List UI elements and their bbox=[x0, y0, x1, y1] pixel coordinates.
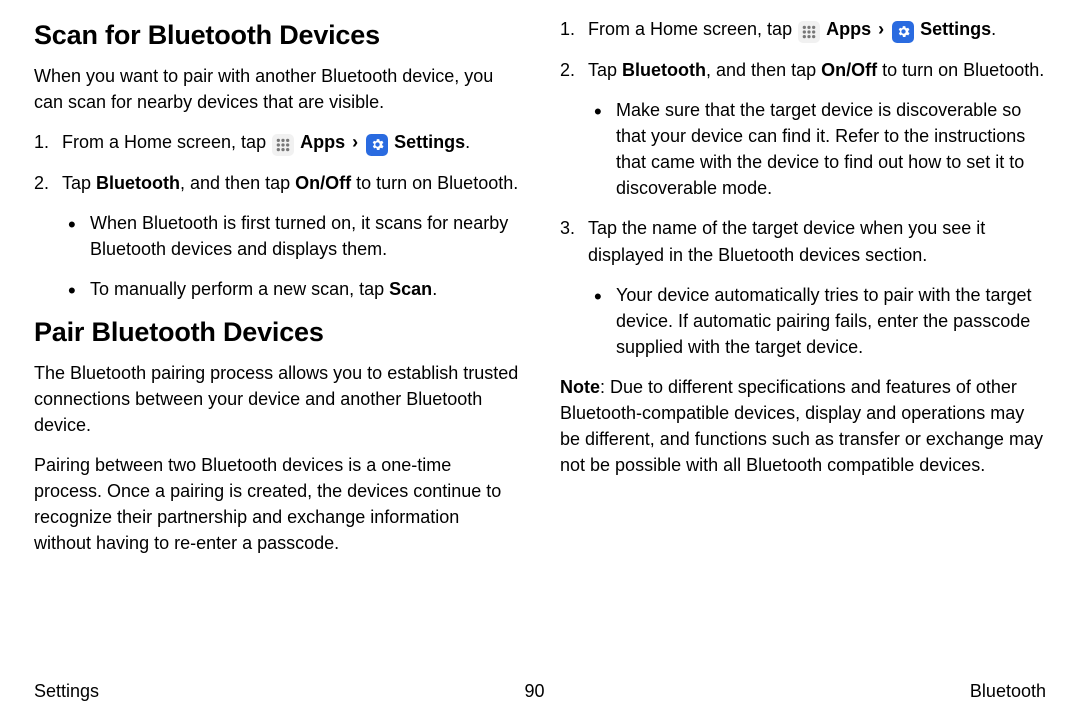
r-step2-onoff: On/Off bbox=[821, 60, 877, 80]
heading-scan: Scan for Bluetooth Devices bbox=[34, 20, 520, 51]
note-body: : Due to different specifications and fe… bbox=[560, 377, 1043, 475]
step2-text-a: Tap bbox=[62, 173, 96, 193]
footer-right: Bluetooth bbox=[970, 681, 1046, 702]
left-column: Scan for Bluetooth Devices When you want… bbox=[34, 16, 520, 570]
step1-suffix: . bbox=[465, 132, 470, 152]
pair-p1: The Bluetooth pairing process allows you… bbox=[34, 360, 520, 438]
scan-step-1: From a Home screen, tap Apps › Settings. bbox=[34, 129, 520, 156]
pair-steps: From a Home screen, tap Apps › Settings.… bbox=[560, 16, 1046, 360]
step2-onoff: On/Off bbox=[295, 173, 351, 193]
r-step2-a: Tap bbox=[588, 60, 622, 80]
pair-p2: Pairing between two Bluetooth devices is… bbox=[34, 452, 520, 556]
scan-step-2: Tap Bluetooth, and then tap On/Off to tu… bbox=[34, 170, 520, 302]
scan-step2-bullets: When Bluetooth is first turned on, it sc… bbox=[62, 210, 520, 302]
step2-bluetooth: Bluetooth bbox=[96, 173, 180, 193]
pair-step-3: Tap the name of the target device when y… bbox=[560, 215, 1046, 359]
settings-label: Settings bbox=[394, 132, 465, 152]
scan-bullet-1: When Bluetooth is first turned on, it sc… bbox=[62, 210, 520, 262]
r-step1-prefix: From a Home screen, tap bbox=[588, 19, 792, 39]
heading-pair: Pair Bluetooth Devices bbox=[34, 317, 520, 348]
page-footer: Settings 90 Bluetooth bbox=[34, 681, 1046, 702]
chevron-icon: › bbox=[878, 19, 884, 39]
pair-bullet-2: Your device automatically tries to pair … bbox=[588, 282, 1046, 360]
bullet2-a: To manually perform a new scan, tap bbox=[90, 279, 389, 299]
pair-step-2: Tap Bluetooth, and then tap On/Off to tu… bbox=[560, 57, 1046, 201]
chevron-icon: › bbox=[352, 132, 358, 152]
pair-bullet-1: Make sure that the target device is disc… bbox=[588, 97, 1046, 201]
pair-step-1: From a Home screen, tap Apps › Settings. bbox=[560, 16, 1046, 43]
pair-step2-bullets: Make sure that the target device is disc… bbox=[588, 97, 1046, 201]
note-paragraph: Note: Due to different specifications an… bbox=[560, 374, 1046, 478]
step2-text-c: to turn on Bluetooth. bbox=[351, 173, 518, 193]
r-step2-c: to turn on Bluetooth. bbox=[877, 60, 1044, 80]
note-label: Note bbox=[560, 377, 600, 397]
scan-bullet-2: To manually perform a new scan, tap Scan… bbox=[62, 276, 520, 302]
r-step3-text: Tap the name of the target device when y… bbox=[588, 218, 985, 264]
r-apps-label: Apps bbox=[826, 19, 871, 39]
r-step2-bluetooth: Bluetooth bbox=[622, 60, 706, 80]
r-step1-suffix: . bbox=[991, 19, 996, 39]
r-step2-b: , and then tap bbox=[706, 60, 821, 80]
apps-icon bbox=[798, 21, 820, 43]
bullet2-b: . bbox=[432, 279, 437, 299]
footer-page-number: 90 bbox=[524, 681, 544, 702]
step1-prefix: From a Home screen, tap bbox=[62, 132, 266, 152]
apps-label: Apps bbox=[300, 132, 345, 152]
footer-left: Settings bbox=[34, 681, 99, 702]
content-columns: Scan for Bluetooth Devices When you want… bbox=[34, 16, 1046, 570]
apps-icon bbox=[272, 134, 294, 156]
pair-step3-bullets: Your device automatically tries to pair … bbox=[588, 282, 1046, 360]
bullet2-scan: Scan bbox=[389, 279, 432, 299]
scan-intro: When you want to pair with another Bluet… bbox=[34, 63, 520, 115]
settings-icon bbox=[892, 21, 914, 43]
right-column: From a Home screen, tap Apps › Settings.… bbox=[560, 16, 1046, 570]
scan-steps: From a Home screen, tap Apps › Settings.… bbox=[34, 129, 520, 302]
settings-icon bbox=[366, 134, 388, 156]
r-settings-label: Settings bbox=[920, 19, 991, 39]
step2-text-b: , and then tap bbox=[180, 173, 295, 193]
